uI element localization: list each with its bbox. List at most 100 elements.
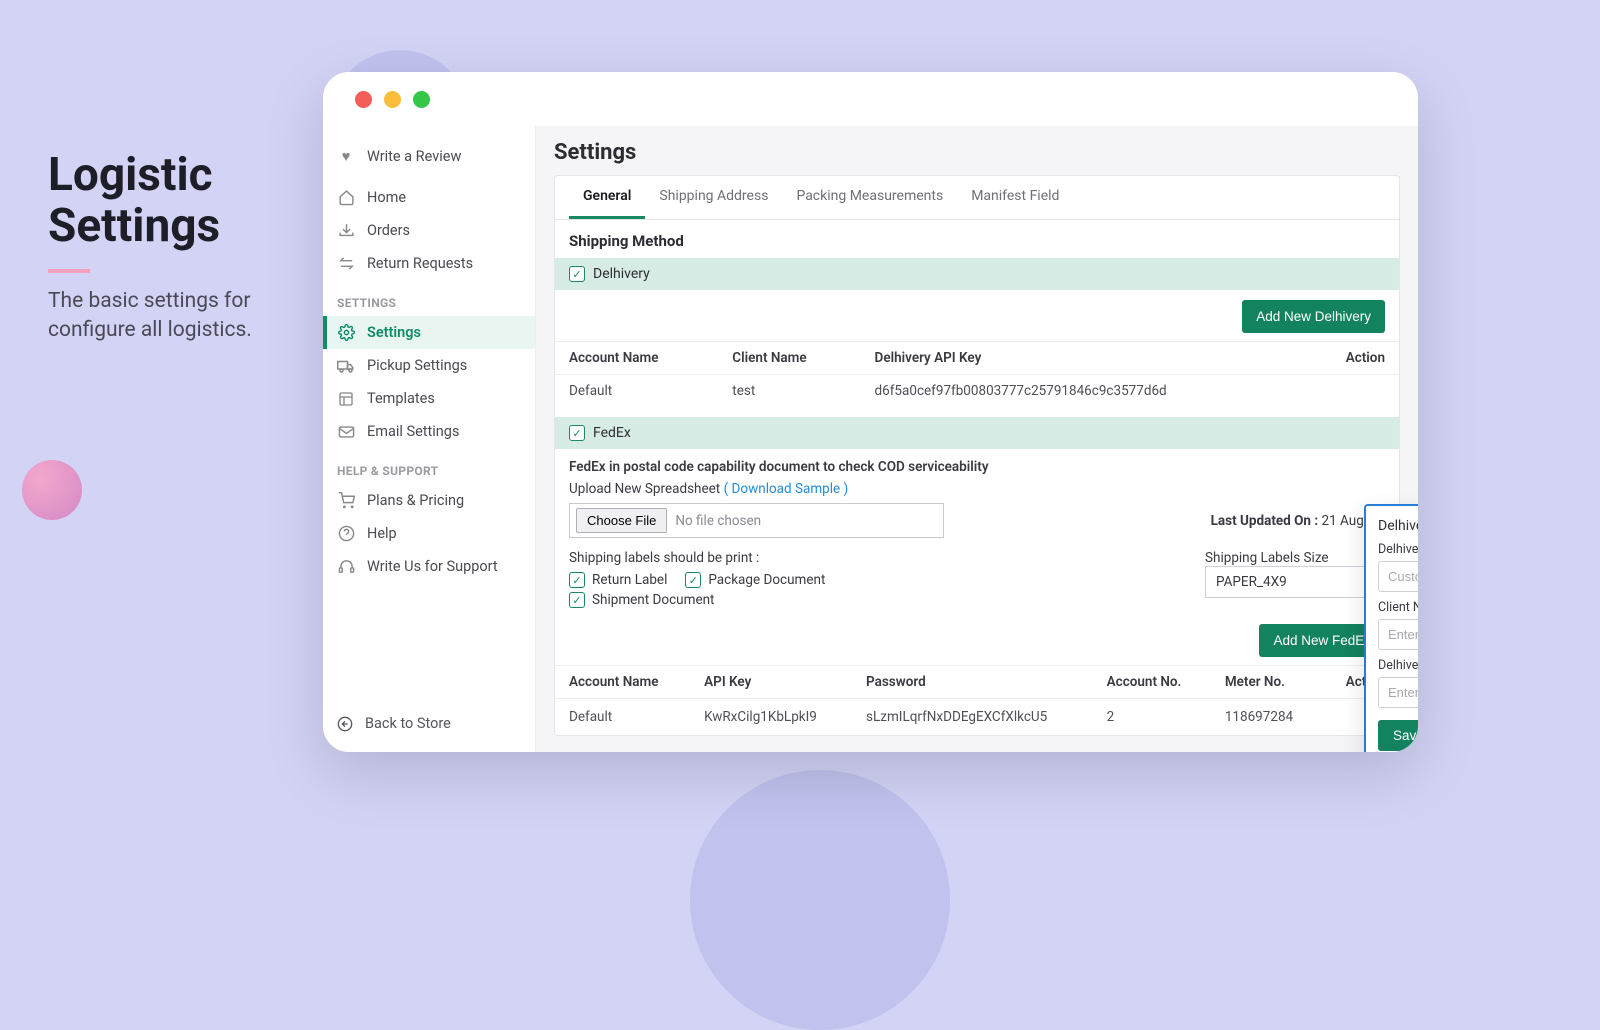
sidebar-item-returns[interactable]: Return Requests xyxy=(323,247,535,280)
fcol-acct: Account No. xyxy=(1093,666,1211,699)
sidebar-item-label: Return Requests xyxy=(367,255,473,272)
sidebar-item-email[interactable]: Email Settings xyxy=(323,415,535,448)
sidebar: ♥ Write a Review Home Orders Ret xyxy=(323,126,536,752)
checkbox-icon xyxy=(685,572,701,588)
delhivery-checkbox[interactable] xyxy=(569,266,585,282)
truck-icon xyxy=(337,359,355,373)
sidebar-item-label: Settings xyxy=(367,324,421,341)
table-row: Default KwRxCilg1KbLpkI9 sLzmILqrfNxDDEg… xyxy=(555,699,1399,736)
browser-traffic-lights xyxy=(323,72,1418,126)
back-to-store[interactable]: Back to Store xyxy=(323,699,535,752)
sidebar-item-label: Help xyxy=(367,525,397,542)
check-shipment-doc[interactable]: Shipment Document xyxy=(569,592,714,608)
check-return-label[interactable]: Return Label xyxy=(569,572,667,588)
fcol-api: API Key xyxy=(690,666,852,699)
fedex-table: Account Name API Key Password Account No… xyxy=(555,665,1399,735)
col-action: Action xyxy=(1305,342,1399,375)
hero-title: LogisticSettings xyxy=(48,150,288,251)
upload-label: Upload New Spreadsheet xyxy=(569,481,720,497)
last-updated-label: Last Updated On : xyxy=(1211,513,1319,529)
labels-print-label: Shipping labels should be print : xyxy=(569,550,1181,566)
field-label-apikey: Delhivery API Key * xyxy=(1378,658,1418,673)
mail-icon xyxy=(337,425,355,439)
file-status: No file chosen xyxy=(675,513,761,529)
heart-icon: ♥ xyxy=(337,148,355,165)
minimize-dot-icon[interactable] xyxy=(384,91,401,108)
gear-icon xyxy=(337,324,355,341)
fedex-label: FedEx xyxy=(593,425,631,441)
sidebar-item-label: Write Us for Support xyxy=(367,558,498,575)
labels-size-label: Shipping Labels Size xyxy=(1205,550,1385,566)
maximize-dot-icon[interactable] xyxy=(413,91,430,108)
sidebar-item-label: Orders xyxy=(367,222,410,239)
sidebar-item-home[interactable]: Home xyxy=(323,181,535,214)
app-shell: ♥ Write a Review Home Orders Ret xyxy=(323,126,1418,752)
tab-packing[interactable]: Packing Measurements xyxy=(782,176,957,219)
return-icon xyxy=(337,256,355,271)
delhivery-table: Account Name Client Name Delhivery API K… xyxy=(555,341,1399,407)
field-label-client: Client Name * ? xyxy=(1378,600,1418,615)
main-panel: Settings General Shipping Address Packin… xyxy=(536,126,1418,752)
browser-window: ♥ Write a Review Home Orders Ret xyxy=(323,72,1418,752)
fcol-pwd: Password xyxy=(852,666,1093,699)
labels-size-select[interactable]: PAPER_4X9 xyxy=(1205,566,1365,598)
sidebar-item-label: Templates xyxy=(367,390,435,407)
tabs: General Shipping Address Packing Measure… xyxy=(555,176,1399,220)
hero-divider xyxy=(48,269,90,273)
account-name-input[interactable] xyxy=(1378,561,1418,592)
delhivery-header[interactable]: Delhivery xyxy=(555,258,1399,290)
section-shipping-method: Shipping Method xyxy=(555,220,1399,258)
page-title: Settings xyxy=(554,140,1400,165)
delhivery-settings-popover: Delhivery Settings ✕ Delhivery Account N… xyxy=(1364,504,1418,752)
sidebar-item-label: Write a Review xyxy=(367,148,461,165)
back-label: Back to Store xyxy=(365,715,451,732)
sidebar-item-help[interactable]: Help xyxy=(323,517,535,550)
fedex-header[interactable]: FedEx xyxy=(555,417,1399,449)
settings-card: General Shipping Address Packing Measure… xyxy=(554,175,1400,736)
checkbox-icon xyxy=(569,572,585,588)
popover-title: Delhivery Settings xyxy=(1378,518,1418,534)
fedex-checkbox[interactable] xyxy=(569,425,585,441)
template-icon xyxy=(337,391,355,407)
client-name-input[interactable] xyxy=(1378,619,1418,650)
sidebar-write-review[interactable]: ♥ Write a Review xyxy=(323,140,535,173)
col-client: Client Name xyxy=(718,342,860,375)
sidebar-item-pickup[interactable]: Pickup Settings xyxy=(323,349,535,382)
sidebar-item-label: Pickup Settings xyxy=(367,357,467,374)
tab-general[interactable]: General xyxy=(569,176,645,219)
orders-icon xyxy=(337,222,355,239)
sidebar-item-support[interactable]: Write Us for Support xyxy=(323,550,535,583)
sidebar-item-templates[interactable]: Templates xyxy=(323,382,535,415)
close-dot-icon[interactable] xyxy=(355,91,372,108)
field-label-account: Delhivery Account Name xyxy=(1378,542,1418,557)
save-button[interactable]: Save xyxy=(1378,720,1418,751)
back-arrow-icon xyxy=(337,716,353,732)
hero-block: LogisticSettings The basic settings for … xyxy=(48,150,288,344)
download-sample-link[interactable]: ( Download Sample ) xyxy=(724,481,849,497)
fcol-meter: Meter No. xyxy=(1211,666,1322,699)
home-icon xyxy=(337,189,355,206)
check-package-doc[interactable]: Package Document xyxy=(685,572,825,588)
headset-icon xyxy=(337,558,355,575)
api-key-input[interactable] xyxy=(1378,677,1418,708)
file-input[interactable]: Choose File No file chosen xyxy=(569,503,944,538)
delhivery-label: Delhivery xyxy=(593,266,650,282)
checkbox-icon xyxy=(569,592,585,608)
sidebar-item-orders[interactable]: Orders xyxy=(323,214,535,247)
tab-manifest[interactable]: Manifest Field xyxy=(957,176,1073,219)
sidebar-item-label: Plans & Pricing xyxy=(367,492,464,509)
tab-shipping-address[interactable]: Shipping Address xyxy=(645,176,782,219)
sidebar-item-plans[interactable]: Plans & Pricing xyxy=(323,484,535,517)
cart-icon xyxy=(337,492,355,509)
add-delhivery-button[interactable]: Add New Delhivery xyxy=(1242,300,1385,333)
fcol-account: Account Name xyxy=(555,666,690,699)
sidebar-section-support: HELP & SUPPORT xyxy=(323,448,535,484)
choose-file-button[interactable]: Choose File xyxy=(576,508,667,533)
hero-subtitle: The basic settings for configure all log… xyxy=(48,287,288,344)
col-apikey: Delhivery API Key xyxy=(861,342,1306,375)
fedex-doc-title: FedEx in postal code capability document… xyxy=(569,459,1385,475)
help-icon xyxy=(337,525,355,542)
sidebar-item-label: Home xyxy=(367,189,406,206)
sidebar-item-settings[interactable]: Settings xyxy=(323,316,535,349)
sidebar-item-label: Email Settings xyxy=(367,423,459,440)
